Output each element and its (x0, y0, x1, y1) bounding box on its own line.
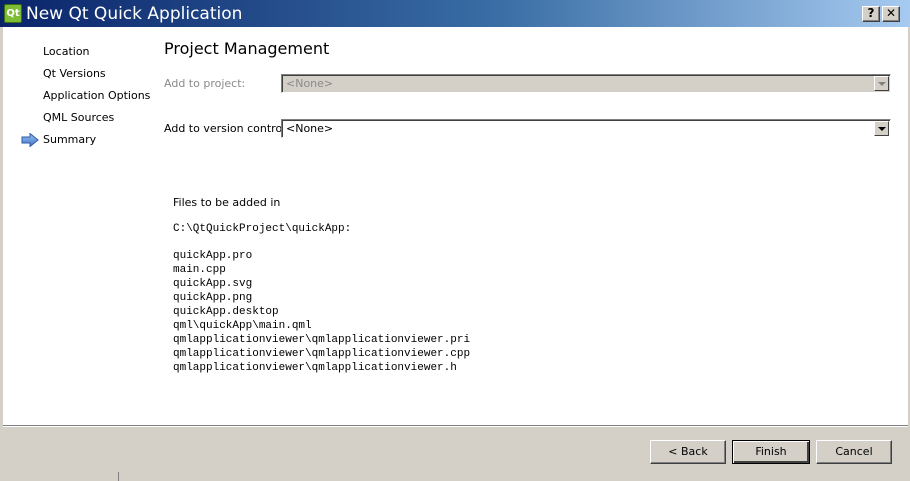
file-item: quickApp.svg (173, 278, 253, 290)
close-button[interactable]: ✕ (882, 6, 900, 22)
help-button[interactable]: ? (862, 6, 880, 22)
file-item: qmlapplicationviewer\qmlapplicationviewe… (173, 334, 471, 346)
sidebar-item-location: Location (43, 45, 90, 58)
file-item: qmlapplicationviewer\qmlapplicationviewe… (173, 362, 457, 374)
version-control-combo[interactable]: <None> (281, 119, 891, 138)
files-path: C:\QtQuickProject\quickApp: (173, 223, 352, 235)
add-to-project-combo: <None> (281, 74, 891, 93)
qt-logo-icon: Qt (4, 4, 22, 23)
status-divider (118, 472, 119, 481)
chevron-down-icon (878, 127, 886, 131)
back-button[interactable]: < Back (650, 440, 726, 464)
cancel-button[interactable]: Cancel (816, 440, 892, 464)
arrow-right-icon (21, 133, 39, 147)
title-bar[interactable]: Qt New Qt Quick Application ? ✕ (0, 0, 910, 27)
file-item: quickApp.desktop (173, 306, 279, 318)
add-to-project-label: Add to project: (164, 77, 246, 90)
file-list: quickApp.pro main.cpp quickApp.svg quick… (173, 249, 470, 375)
version-control-dropdown-button[interactable] (874, 121, 889, 136)
file-item: main.cpp (173, 264, 226, 276)
window-title: New Qt Quick Application (26, 4, 243, 24)
sidebar-item-application-options: Application Options (43, 89, 151, 102)
file-item: qml\quickApp\main.qml (173, 320, 312, 332)
file-item: quickApp.pro (173, 250, 253, 262)
files-heading: Files to be added in (173, 196, 281, 209)
file-item: qmlapplicationviewer\qmlapplicationviewe… (173, 348, 471, 360)
version-control-value: <None> (286, 122, 334, 135)
wizard-content: Location Qt Versions Application Options… (3, 27, 908, 425)
sidebar-item-qt-versions: Qt Versions (43, 67, 106, 80)
wizard-window: Qt New Qt Quick Application ? ✕ Location… (0, 0, 910, 481)
button-separator (3, 425, 908, 427)
sidebar-item-summary: Summary (43, 133, 97, 146)
add-to-vcs-label: Add to version control: (164, 122, 289, 135)
finish-button[interactable]: Finish (732, 440, 810, 464)
page-title: Project Management (164, 39, 330, 58)
add-to-project-dropdown (874, 76, 889, 91)
sidebar-item-qml-sources: QML Sources (43, 111, 115, 124)
file-item: quickApp.png (173, 292, 253, 304)
chevron-down-icon (878, 82, 886, 86)
add-to-project-value: <None> (286, 77, 334, 90)
